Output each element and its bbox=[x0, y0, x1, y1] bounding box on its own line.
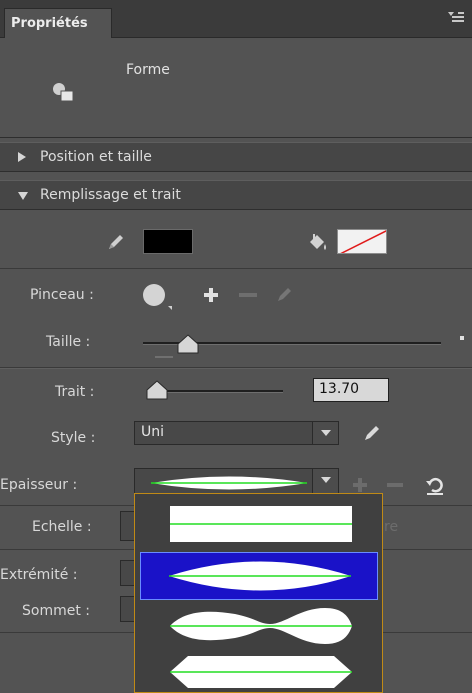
properties-panel: Propriétés Forme Position et taille Remp… bbox=[0, 0, 472, 693]
stroke-color-swatch[interactable] bbox=[143, 229, 193, 254]
cap-label: Extrémité : bbox=[0, 567, 78, 583]
width-profile-dropdown[interactable] bbox=[134, 468, 339, 496]
edit-style-pencil-icon[interactable] bbox=[362, 423, 382, 443]
pencil-icon bbox=[276, 285, 294, 303]
size-label: Taille : bbox=[46, 334, 91, 350]
stroke-slider-thumb[interactable] bbox=[146, 380, 168, 400]
fill-color-swatch[interactable] bbox=[337, 229, 387, 254]
thickness-label: Epaisseur : bbox=[0, 477, 78, 493]
brush-shape-button[interactable] bbox=[141, 282, 175, 312]
divider bbox=[0, 368, 472, 369]
shape-icon bbox=[50, 80, 80, 106]
plus-icon bbox=[352, 477, 368, 493]
section-title: Position et taille bbox=[40, 149, 152, 165]
stroke-color-pencil-icon bbox=[106, 232, 126, 252]
section-fill-stroke[interactable]: Remplissage et trait bbox=[0, 180, 472, 210]
width-profile-list bbox=[134, 493, 383, 693]
join-dropdown[interactable] bbox=[120, 596, 134, 622]
list-item-profile-selected[interactable] bbox=[140, 552, 378, 600]
scale-hint-text: re bbox=[384, 519, 399, 535]
paint-bucket-icon bbox=[306, 230, 330, 254]
brush-label: Pinceau : bbox=[30, 287, 94, 303]
tab-properties[interactable]: Propriétés bbox=[4, 8, 112, 38]
list-item-uniform[interactable] bbox=[140, 500, 378, 548]
slider-marker bbox=[155, 356, 173, 358]
size-slider-thumb[interactable] bbox=[177, 334, 199, 354]
width-profile-preview bbox=[149, 473, 309, 493]
shape-info: Forme bbox=[0, 38, 472, 138]
style-label: Style : bbox=[51, 430, 96, 446]
minus-icon bbox=[239, 293, 257, 297]
shape-type-label: Forme bbox=[126, 62, 170, 78]
stroke-label: Trait : bbox=[55, 384, 95, 400]
cap-dropdown[interactable] bbox=[120, 560, 134, 586]
style-dropdown[interactable]: Uni bbox=[134, 421, 339, 445]
style-value: Uni bbox=[141, 424, 165, 440]
collapse-arrow-icon bbox=[18, 152, 26, 162]
chevron-down-icon[interactable] bbox=[312, 422, 338, 444]
stroke-width-input[interactable]: 13.70 bbox=[313, 378, 389, 402]
section-title: Remplissage et trait bbox=[40, 187, 181, 203]
join-label: Sommet : bbox=[22, 603, 90, 619]
list-item-profile-bevel[interactable] bbox=[140, 652, 378, 693]
slider-end-marker bbox=[460, 336, 464, 340]
reset-icon[interactable] bbox=[424, 474, 446, 496]
panel-menu-icon[interactable] bbox=[446, 12, 464, 26]
chevron-down-icon[interactable] bbox=[312, 469, 338, 495]
minus-icon bbox=[387, 483, 403, 487]
section-position-size[interactable]: Position et taille bbox=[0, 142, 472, 172]
list-item-profile-wavy[interactable] bbox=[140, 602, 378, 650]
expand-arrow-icon bbox=[18, 192, 28, 200]
scale-label: Echelle : bbox=[32, 519, 92, 535]
plus-icon[interactable] bbox=[203, 287, 219, 303]
scale-dropdown[interactable] bbox=[120, 511, 134, 541]
panel-tab-bar: Propriétés bbox=[0, 0, 472, 38]
divider bbox=[0, 268, 472, 269]
